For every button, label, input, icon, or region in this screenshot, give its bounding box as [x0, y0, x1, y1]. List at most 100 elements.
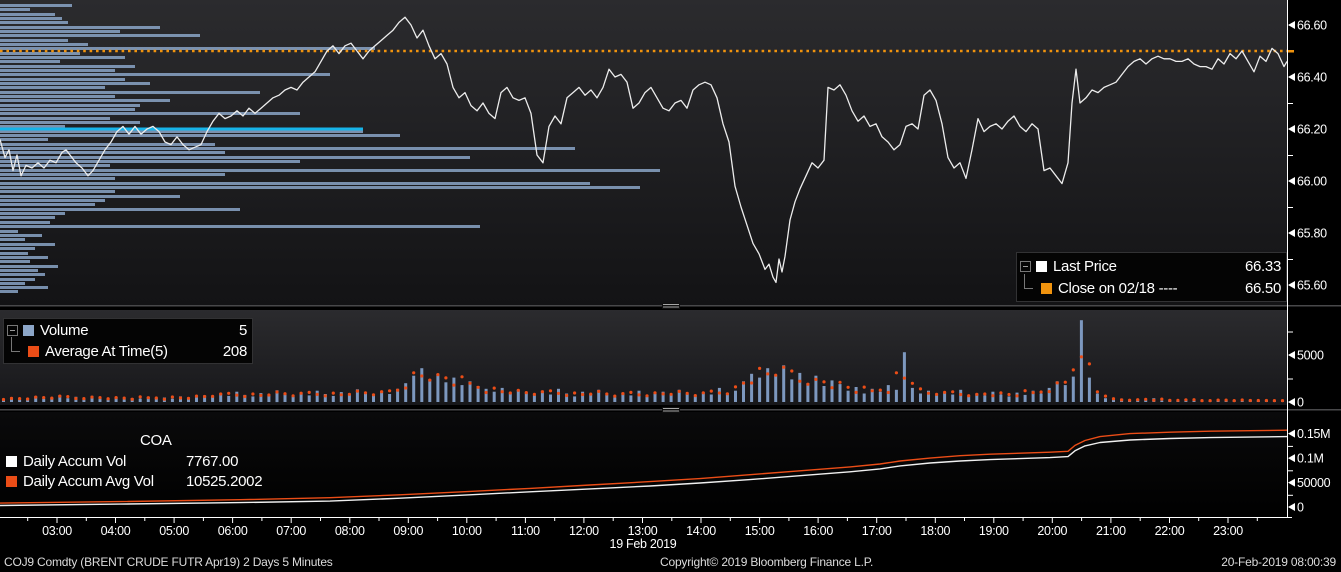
time-tick-label: 16:00: [803, 524, 833, 538]
volume-bar: [508, 393, 512, 402]
time-tick-label: 22:00: [1155, 524, 1185, 538]
average-at-time-dot: [556, 391, 561, 395]
time-tick-label: 19:00: [979, 524, 1009, 538]
volume-profile-bar: [0, 151, 225, 154]
average-at-time-dot: [347, 392, 351, 396]
legend-row-close: Close on 02/18 ---- 66.50: [1020, 273, 1281, 299]
volume-profile-bar: [0, 269, 38, 272]
average-at-time-dot: [154, 396, 158, 400]
close-level-axis-marker: [1288, 50, 1294, 53]
average-at-time-dot: [975, 392, 979, 396]
average-at-time-dot: [822, 380, 826, 384]
price-legend[interactable]: Last Price 66.33 Close on 02/18 ---- 66.…: [1016, 252, 1287, 302]
average-at-time-dot: [82, 397, 86, 401]
volume-bar: [484, 388, 488, 402]
coa-legend[interactable]: COA Daily Accum Vol 7767.00 Daily Accum …: [6, 432, 263, 491]
volume-profile-bar: [0, 265, 58, 268]
volume-bar: [170, 398, 174, 402]
average-at-time-dot: [267, 393, 271, 397]
average-at-time-dot: [926, 391, 931, 395]
volume-bar: [951, 394, 955, 402]
legend-expand-icon[interactable]: [7, 325, 18, 336]
volume-bar: [613, 397, 617, 402]
last-price-value: 66.33: [1244, 257, 1281, 275]
average-at-time-dot: [18, 397, 22, 401]
average-at-time-dot: [532, 392, 537, 396]
time-tick-label: 06:00: [218, 524, 248, 538]
volume-profile-bar: [0, 13, 55, 16]
average-at-time-dot: [918, 387, 923, 391]
average-at-time-dot: [170, 395, 174, 399]
copyright-text: Copyright© 2019 Bloomberg Finance L.P.: [660, 555, 874, 569]
volume-profile-bar: [0, 56, 125, 59]
average-at-time-dot: [396, 388, 400, 392]
average-at-time-dot: [138, 395, 142, 399]
volume-bar: [782, 365, 786, 402]
average-at-time-dot: [219, 392, 223, 396]
volume-profile-bar: [0, 282, 25, 285]
average-at-time-dot: [894, 371, 899, 375]
average-at-time-dot: [886, 390, 890, 395]
average-at-time-dot: [428, 378, 432, 382]
volume-bar: [388, 394, 392, 402]
volume-profile-bar: [0, 60, 60, 63]
volume-bar: [669, 394, 673, 402]
legend-expand-icon[interactable]: [1020, 260, 1031, 272]
volume-profile-bar: [0, 69, 115, 72]
volume-legend[interactable]: Volume 5 Average At Time(5) 208: [3, 318, 253, 364]
close-value: 66.50: [1244, 279, 1281, 297]
average-at-time-dot: [693, 394, 697, 398]
volume-bar: [1079, 320, 1083, 402]
panel-resize-handle[interactable]: [662, 303, 680, 309]
volume-profile-bar: [0, 160, 300, 163]
volume-bar: [830, 380, 834, 402]
average-at-time-dot: [750, 381, 754, 385]
average-at-time-dot: [186, 396, 191, 400]
average-at-time-dot: [902, 376, 907, 380]
average-at-time-dot: [323, 394, 327, 398]
average-at-time-dot: [484, 390, 488, 395]
average-at-time-dot: [42, 396, 46, 400]
volume-profile-bar: [0, 39, 68, 42]
average-at-time-dot: [661, 392, 665, 396]
volume-bar: [999, 394, 1003, 402]
average-at-time-dot: [211, 394, 215, 398]
average-at-time-dot: [500, 390, 504, 394]
volume-profile-bar: [0, 234, 42, 237]
average-at-time-dot: [291, 394, 295, 398]
average-at-time-dot: [444, 376, 448, 380]
volume-bar: [629, 395, 633, 402]
average-at-time-dot: [1168, 398, 1172, 402]
average-at-time-dot: [388, 389, 392, 393]
legend-row-daily-accum-vol: Daily Accum Vol 7767.00: [6, 451, 262, 471]
average-at-time-dot: [774, 373, 778, 377]
volume-profile-bar: [0, 147, 575, 150]
volume-profile-bar: [0, 99, 170, 102]
average-at-time-dot: [1031, 391, 1035, 395]
avg-at-time-swatch: [28, 346, 39, 357]
volume-profile-bar: [0, 278, 35, 281]
average-at-time-dot: [420, 374, 424, 378]
volume-bar: [412, 375, 416, 402]
average-at-time-dot: [597, 389, 601, 393]
time-tick-label: 12:00: [569, 524, 599, 538]
volume-bar: [862, 393, 866, 402]
average-at-time-dot: [106, 397, 110, 401]
volume-bar: [734, 390, 737, 402]
volume-profile-bar: [0, 238, 25, 241]
volume-profile-bar: [0, 117, 110, 120]
average-at-time-dot: [999, 391, 1003, 395]
average-at-time-dot: [1160, 397, 1164, 401]
average-at-time-dot: [709, 389, 713, 393]
axis-tick-label: 5000: [1297, 349, 1324, 363]
volume-bar: [878, 391, 882, 402]
average-at-time-dot: [1047, 390, 1051, 394]
panel-resize-handle[interactable]: [662, 407, 680, 413]
average-at-time-dot: [717, 391, 722, 395]
average-at-time-dot: [363, 391, 368, 395]
average-at-time-dot: [259, 393, 263, 397]
volume-bar: [331, 395, 335, 402]
volume-profile-bar: [0, 260, 30, 263]
axis-tick-label: 50000: [1297, 476, 1331, 490]
average-at-time-dot: [283, 392, 287, 396]
